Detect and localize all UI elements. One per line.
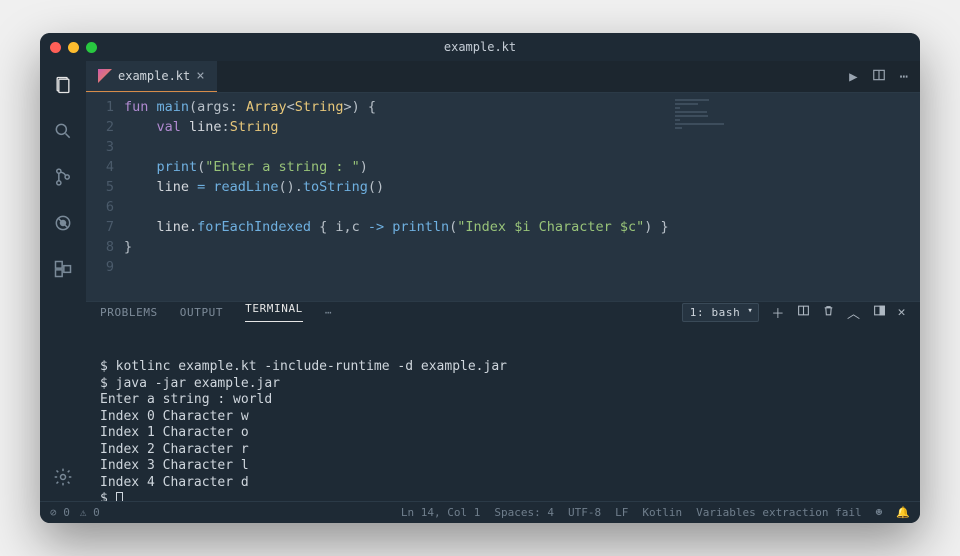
code-editor[interactable]: 123456789 fun main(args: Array<String>) … <box>86 93 920 301</box>
main-area: example.kt × ▶ ⋯ 123456789 fun main(args… <box>40 61 920 501</box>
terminal-selector[interactable]: 1: bash <box>682 303 760 322</box>
close-window-icon[interactable] <box>50 42 61 53</box>
editor-tabs: example.kt × ▶ ⋯ <box>86 61 920 93</box>
panel-layout-icon[interactable] <box>873 304 886 321</box>
status-language[interactable]: Kotlin <box>642 506 682 519</box>
new-terminal-icon[interactable]: ＋ <box>771 303 785 322</box>
split-terminal-icon[interactable] <box>797 304 810 321</box>
tab-terminal[interactable]: TERMINAL <box>245 302 303 322</box>
more-actions-icon[interactable]: ⋯ <box>900 69 908 85</box>
tab-label: example.kt <box>118 69 190 83</box>
status-message[interactable]: Variables extraction fail <box>696 506 862 519</box>
explorer-icon[interactable] <box>51 73 75 97</box>
status-indent[interactable]: Spaces: 4 <box>494 506 554 519</box>
source-control-icon[interactable] <box>51 165 75 189</box>
traffic-lights <box>50 42 97 53</box>
editor-pane: example.kt × ▶ ⋯ 123456789 fun main(args… <box>86 61 920 501</box>
panel-actions: 1: bash ＋ ︿ ✕ <box>682 303 906 322</box>
statusbar: ⊘ 0 ⚠ 0 Ln 14, Col 1 Spaces: 4 UTF-8 LF … <box>40 501 920 523</box>
status-bell-icon[interactable]: 🔔 <box>896 506 910 519</box>
tab-problems[interactable]: PROBLEMS <box>100 306 158 319</box>
line-number-gutter: 123456789 <box>86 93 124 301</box>
close-tab-icon[interactable]: × <box>196 68 204 84</box>
search-icon[interactable] <box>51 119 75 143</box>
close-panel-icon[interactable]: ✕ <box>898 305 906 320</box>
status-eol[interactable]: LF <box>615 506 628 519</box>
tab-output[interactable]: OUTPUT <box>180 306 223 319</box>
run-icon[interactable]: ▶ <box>849 69 857 85</box>
activity-bar <box>40 61 86 501</box>
bottom-panel: PROBLEMS OUTPUT TERMINAL ⋯ 1: bash ＋ ︿ ✕ <box>86 301 920 501</box>
panel-more-icon[interactable]: ⋯ <box>325 306 332 319</box>
minimize-window-icon[interactable] <box>68 42 79 53</box>
extensions-icon[interactable] <box>51 257 75 281</box>
debug-icon[interactable] <box>51 211 75 235</box>
status-warnings[interactable]: ⚠ 0 <box>80 506 100 519</box>
terminal-prompt: $ <box>100 491 116 501</box>
editor-actions: ▶ ⋯ <box>849 61 920 92</box>
code-content[interactable]: fun main(args: Array<String>) { val line… <box>124 93 669 301</box>
minimap[interactable] <box>669 93 739 301</box>
kotlin-file-icon <box>98 69 112 83</box>
window-title: example.kt <box>444 40 516 54</box>
terminal[interactable]: $ kotlinc example.kt -include-runtime -d… <box>86 322 920 501</box>
settings-gear-icon[interactable] <box>51 465 75 489</box>
split-editor-icon[interactable] <box>872 68 886 86</box>
vscode-window: example.kt <box>40 33 920 523</box>
panel-maximize-icon[interactable]: ︿ <box>847 303 861 322</box>
status-feedback-icon[interactable]: ☻ <box>876 506 883 519</box>
maximize-window-icon[interactable] <box>86 42 97 53</box>
status-encoding[interactable]: UTF-8 <box>568 506 601 519</box>
titlebar: example.kt <box>40 33 920 61</box>
kill-terminal-icon[interactable] <box>822 304 835 321</box>
terminal-cursor <box>116 492 123 501</box>
status-errors[interactable]: ⊘ 0 <box>50 506 70 519</box>
tab-example-kt[interactable]: example.kt × <box>86 61 217 92</box>
status-cursor[interactable]: Ln 14, Col 1 <box>401 506 480 519</box>
panel-tabs: PROBLEMS OUTPUT TERMINAL ⋯ 1: bash ＋ ︿ ✕ <box>86 302 920 322</box>
